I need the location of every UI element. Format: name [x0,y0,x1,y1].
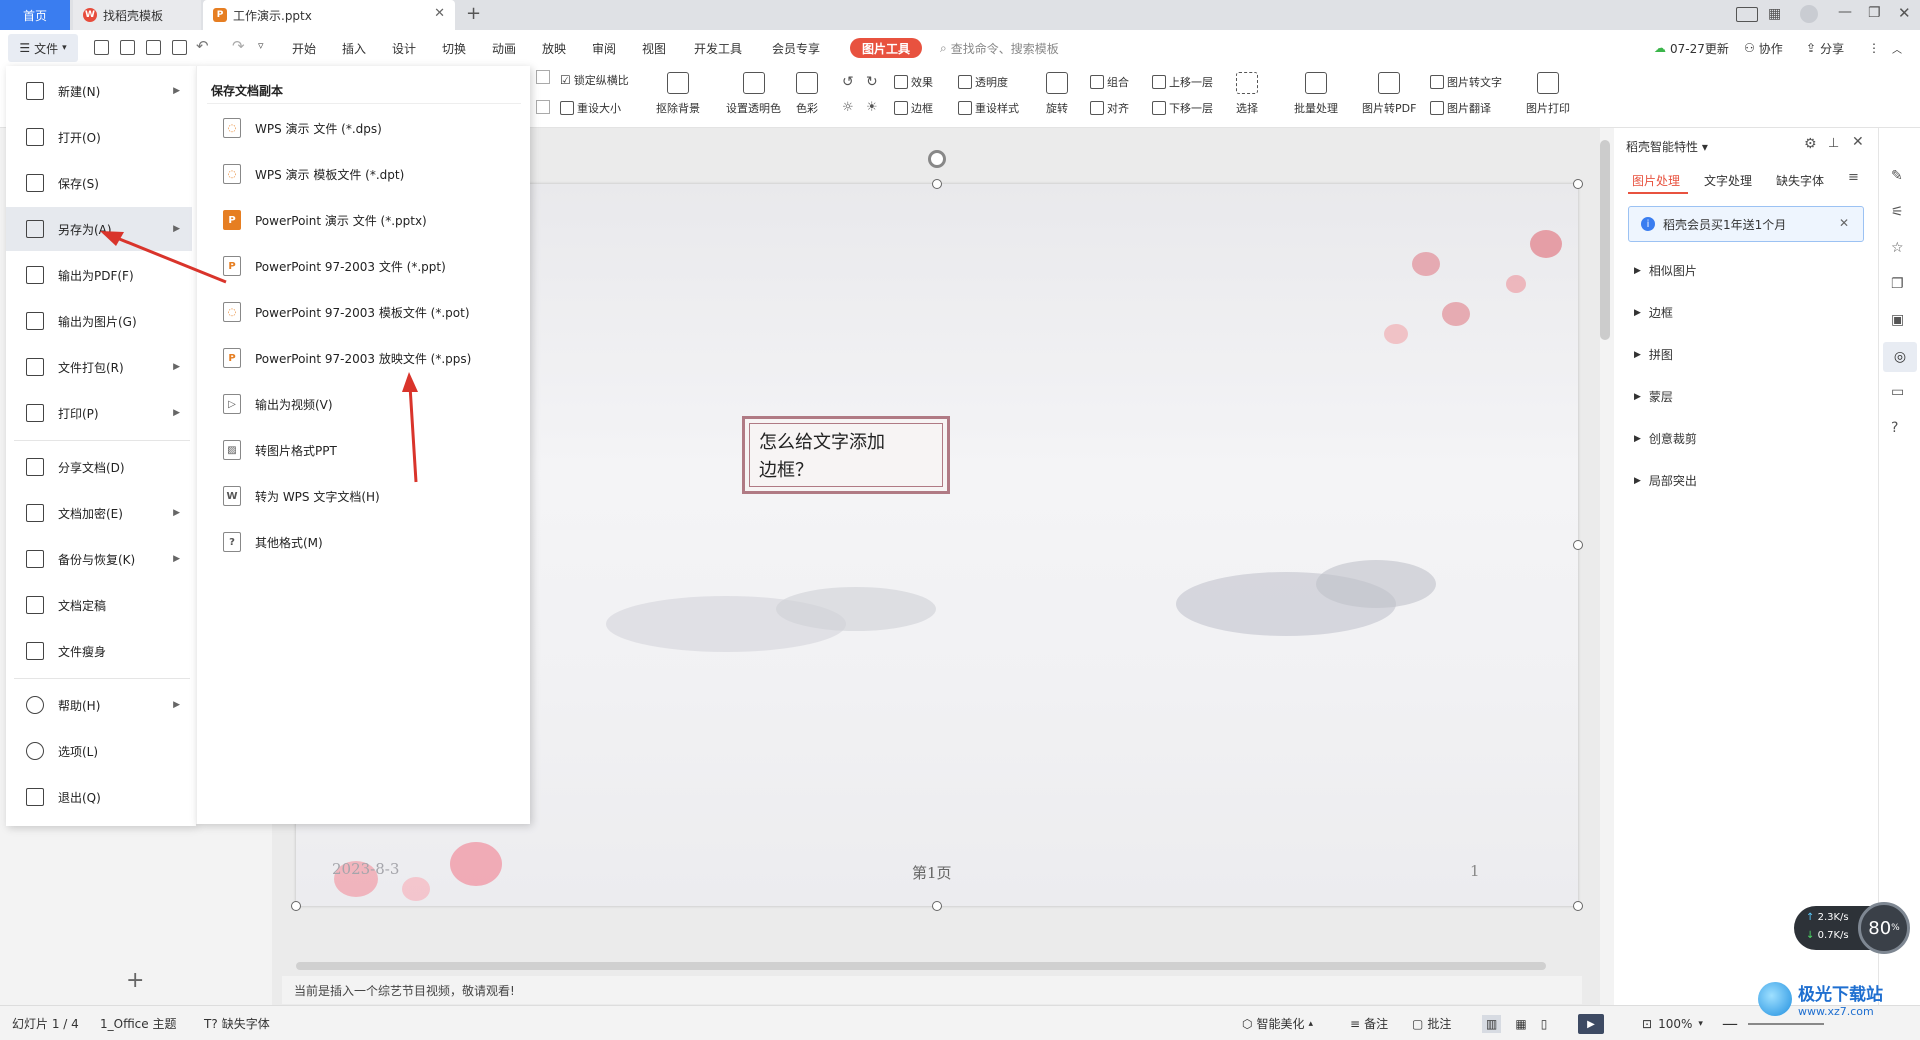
net-down-unit: K/s [1833,930,1849,941]
promo-banner[interactable]: i 稻壳会员买1年送1个月 ✕ [1628,206,1864,242]
close-promo-icon[interactable]: ✕ [1839,216,1849,230]
smart-icon[interactable]: ◎ [1883,342,1917,372]
section-similar-images[interactable]: ▶ 相似图片 [1634,262,1697,279]
section-mask[interactable]: ▶ 蒙层 [1634,388,1673,405]
settings-icon[interactable]: ⚙ [1804,136,1817,152]
comment-label: 批注 [1427,1017,1452,1031]
view-mode-group: ▥ ▦ ▯ [1482,1006,1547,1040]
net-up-value: 2.3 [1817,912,1834,923]
info-icon: i [1641,217,1655,231]
play-slideshow-icon[interactable]: ▶ [1578,1014,1604,1034]
expand-arrow-icon: ▶ [1634,307,1641,318]
section-creative-crop-label: 创意裁剪 [1648,432,1697,446]
notes-toggle-button[interactable]: ≡ 备注 [1350,1006,1388,1040]
panel-tab-image[interactable]: 图片处理 [1632,172,1680,189]
close-panel-icon[interactable]: ✕ [1852,134,1864,150]
watermark-site: 极光下载站 [1798,985,1883,1005]
font-warning-icon: T? [204,1016,218,1031]
net-up: ↑ 2.3K/s [1806,912,1849,923]
missing-font-label: 缺失字体 [221,1017,270,1031]
expand-arrow-icon: ▶ [1634,391,1641,402]
smart-feature-panel: 稻壳智能特性 ▾ ⚙ ⊥ ✕ 图片处理 文字处理 缺失字体 ≡ i 稻壳会员买1… [1614,128,1878,1005]
watermark-logo-icon [1758,982,1792,1016]
slide-counter-label: 幻灯片 1 / 4 [12,1017,79,1031]
missing-font-button[interactable]: T? 缺失字体 [204,1006,270,1040]
cpu-gauge[interactable]: 80% [1858,902,1910,954]
section-highlight[interactable]: ▶ 局部突出 [1634,472,1697,489]
reading-view-icon[interactable]: ▯ [1541,1017,1548,1031]
fit-window-button[interactable]: ⊡ 100% ▾ [1642,1006,1703,1040]
theme-name-label: 1_Office 主题 [100,1017,177,1031]
slide-sorter-icon[interactable]: ▦ [1515,1017,1526,1031]
beautify-label: 智能美化 [1256,1017,1305,1031]
chevron-up-icon: ▴ [1308,1018,1314,1029]
network-widget: ↑ 2.3K/s ↓ 0.7K/s 80% [1794,902,1910,954]
pin-icon[interactable]: ⊥ [1828,136,1839,151]
expand-arrow-icon: ▶ [1634,475,1641,486]
section-collage[interactable]: ▶ 拼图 [1634,346,1673,363]
panel-menu-icon[interactable]: ≡ [1848,170,1859,185]
book-icon[interactable]: ▭ [1891,384,1904,400]
panel-title[interactable]: 稻壳智能特性 ▾ [1626,138,1708,155]
adjust-icon[interactable]: ⚟ [1891,204,1904,220]
active-tab-underline [1628,192,1688,194]
zoom-slider[interactable] [1748,1023,1824,1025]
net-down: ↓ 0.7K/s [1806,930,1849,941]
fit-window-icon: ⊡ [1642,1016,1653,1031]
notes-icon: ≡ [1350,1016,1361,1031]
copy-icon[interactable]: ❐ [1891,276,1904,292]
slide-counter: 幻灯片 1 / 4 [12,1006,79,1040]
help-icon[interactable]: ? [1891,420,1898,436]
comment-icon: ▢ [1412,1016,1424,1031]
zoom-out-icon[interactable]: — [1722,1006,1738,1040]
section-similar-images-label: 相似图片 [1648,264,1697,278]
section-highlight-label: 局部突出 [1648,474,1697,488]
beautify-button[interactable]: ⬡ 智能美化 ▴ [1242,1006,1313,1040]
section-mask-label: 蒙层 [1648,390,1673,404]
panel-tab-image-label: 图片处理 [1632,174,1681,188]
star-icon[interactable]: ☆ [1891,240,1904,256]
side-icon-strip: ✎ ⚟ ☆ ❐ ▣ ◎ ▭ ? [1878,128,1920,1005]
section-border[interactable]: ▶ 边框 [1634,304,1673,321]
panel-tab-text[interactable]: 文字处理 [1704,172,1752,189]
notes-toggle-label: 备注 [1364,1017,1389,1031]
watermark: 极光下载站 www.xz7.com [1758,980,1883,1018]
net-up-unit: K/s [1833,912,1849,923]
section-collage-label: 拼图 [1648,348,1673,362]
cpu-unit: % [1891,923,1900,933]
promo-text: 稻壳会员买1年送1个月 [1663,217,1787,232]
expand-arrow-icon: ▶ [1634,265,1641,276]
zoom-dropdown-icon: ▾ [1698,1018,1703,1029]
cpu-value: 80 [1868,917,1892,939]
magic-icon[interactable]: ✎ [1891,168,1903,184]
panel-tab-font-label: 缺失字体 [1776,174,1825,188]
panel-tab-font[interactable]: 缺失字体 [1776,172,1824,189]
image-icon[interactable]: ▣ [1891,312,1904,328]
expand-arrow-icon: ▶ [1634,433,1641,444]
theme-name[interactable]: 1_Office 主题 [100,1006,176,1040]
section-border-label: 边框 [1648,306,1673,320]
section-creative-crop[interactable]: ▶ 创意裁剪 [1634,430,1697,447]
panel-title-label: 稻壳智能特性 [1626,140,1699,154]
comment-button[interactable]: ▢ 批注 [1412,1006,1451,1040]
status-bar: 幻灯片 1 / 4 1_Office 主题 T? 缺失字体 ⬡ 智能美化 ▴ ≡ 备注 … [0,1005,1920,1040]
normal-view-icon[interactable]: ▥ [1482,1014,1502,1033]
watermark-url: www.xz7.com [1798,1005,1874,1018]
zoom-level: 100% [1658,1016,1693,1031]
expand-arrow-icon: ▶ [1634,349,1641,360]
net-down-value: 0.7 [1817,930,1834,941]
panel-tab-text-label: 文字处理 [1704,174,1753,188]
beautify-icon: ⬡ [1242,1016,1253,1031]
